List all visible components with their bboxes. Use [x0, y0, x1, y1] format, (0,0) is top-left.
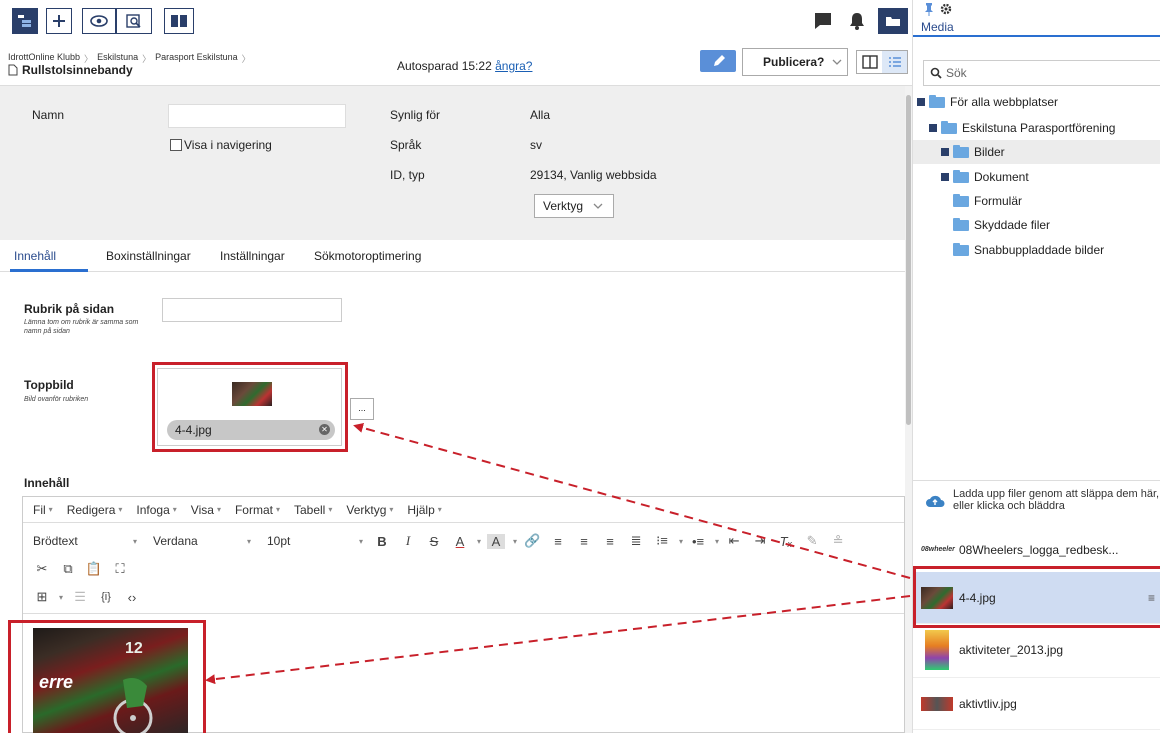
arrow-to-top-image — [353, 423, 911, 579]
arrow-to-editor-image — [205, 595, 911, 685]
annotation-arrows — [205, 423, 911, 685]
